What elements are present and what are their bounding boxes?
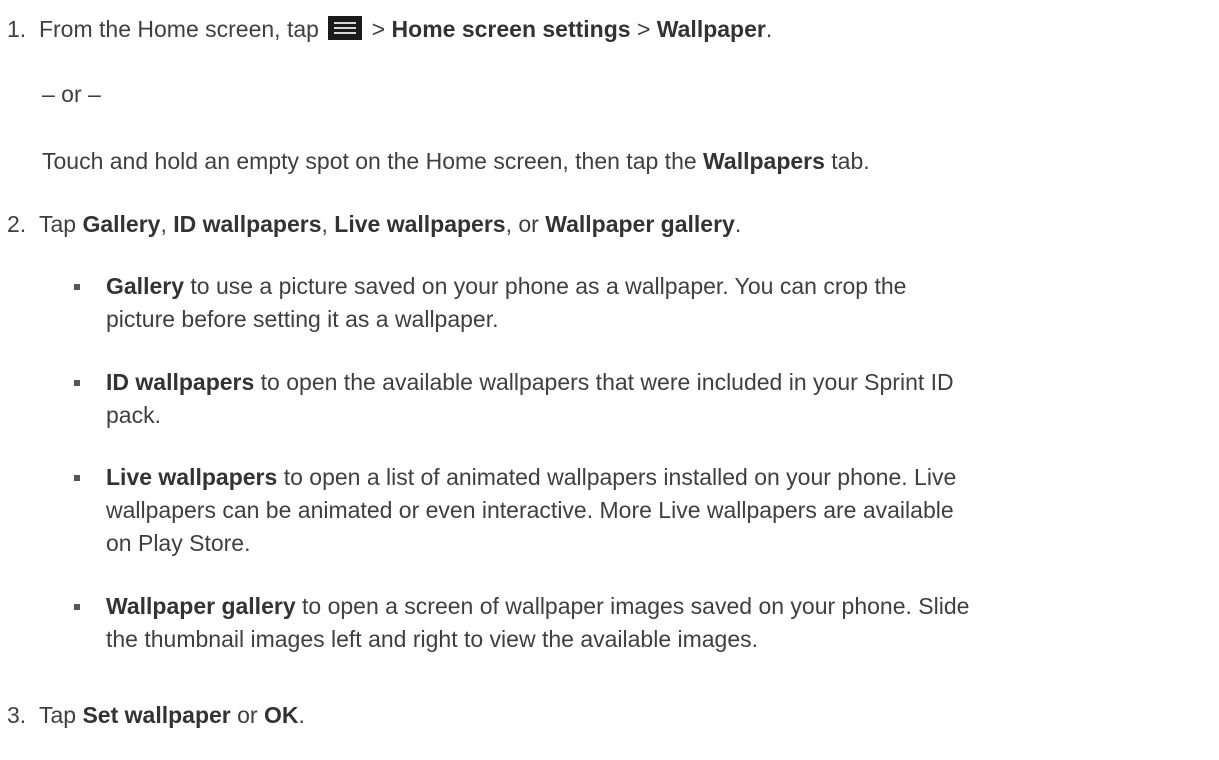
live-wallpapers-label: Live wallpapers xyxy=(334,211,506,237)
wallpaper-label: Wallpaper xyxy=(656,16,766,42)
bullet-live-wallpapers-cont: wallpapers can be animated or even inter… xyxy=(106,497,954,523)
step-2: 2. Tap Gallery, ID wallpapers, Live wall… xyxy=(7,211,742,237)
bullet-live-wallpapers: Live wallpapers to open a list of animat… xyxy=(106,464,957,490)
step-3: 3. Tap Set wallpaper or OK. xyxy=(7,702,305,728)
bullet-marker xyxy=(74,284,80,290)
set-wallpaper-label: Set wallpaper xyxy=(82,702,231,728)
or-separator: – or – xyxy=(42,81,101,107)
bullet-wallpaper-gallery: Wallpaper gallery to open a screen of wa… xyxy=(106,593,970,619)
bullet-marker xyxy=(74,475,80,481)
bullet-marker xyxy=(74,604,80,610)
bullet-id-wallpapers: ID wallpapers to open the available wall… xyxy=(106,369,954,395)
bullet-gallery-cont: picture before setting it as a wallpaper… xyxy=(106,306,499,332)
bullet-marker xyxy=(74,380,80,386)
bullet-gallery: Gallery to use a picture saved on your p… xyxy=(106,273,907,299)
home-screen-settings-label: Home screen settings xyxy=(391,16,631,42)
bullet-id-wallpapers-cont: pack. xyxy=(106,402,161,428)
bullet-live-wallpapers-cont: on Play Store. xyxy=(106,530,251,556)
step-2-number: 2. xyxy=(7,211,27,237)
bullet-wallpaper-gallery-cont: the thumbnail images left and right to v… xyxy=(106,626,759,652)
step-1-alternative: Touch and hold an empty spot on the Home… xyxy=(42,148,870,174)
id-wallpapers-label: ID wallpapers xyxy=(173,211,322,237)
wallpapers-tab-label: Wallpapers xyxy=(703,148,825,174)
gallery-label: Gallery xyxy=(82,211,161,237)
menu-icon xyxy=(328,16,363,40)
step-1: 1. From the Home screen, tap > Home scre… xyxy=(7,16,773,42)
ok-label: OK xyxy=(263,702,299,728)
step-1-text: From the Home screen, tap xyxy=(38,16,319,42)
step-3-number: 3. xyxy=(7,702,27,728)
step-1-number: 1. xyxy=(7,16,27,42)
wallpaper-gallery-label: Wallpaper gallery xyxy=(545,211,735,237)
